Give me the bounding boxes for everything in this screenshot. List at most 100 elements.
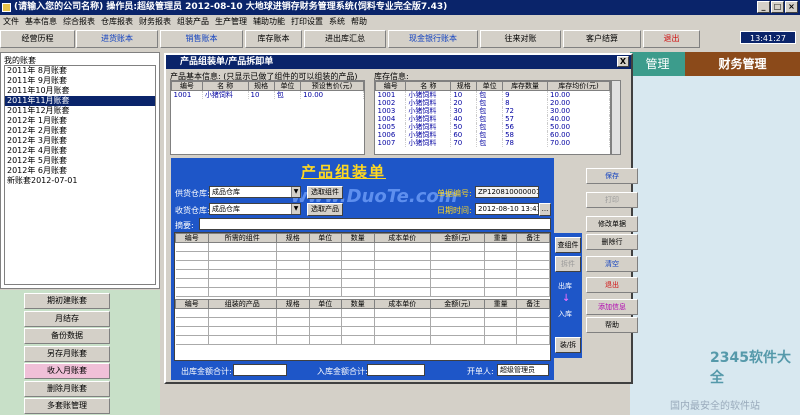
table-row[interactable]: 1003 小猪饲料 30 包 72 30.00 [375, 107, 610, 115]
account-period-item[interactable]: 2011年 8月账套 [5, 66, 155, 76]
table-cell: 20.00 [547, 99, 610, 107]
side-button[interactable]: 删除行 [586, 234, 638, 250]
table-row[interactable]: 1007 小猪饲料 70 包 78 70.00 [375, 139, 610, 147]
account-period-item[interactable]: 2012年 5月账套 [5, 156, 155, 166]
table-row[interactable]: 1001 小猪饲料 10 包 9 10.00 [375, 90, 610, 99]
table-row[interactable]: 1006 小猪饲料 60 包 58 60.00 [375, 131, 610, 139]
components-grid[interactable]: 编号 所需的组件 规格 单位 数量 成本单价 金额(元) 重量 备注 编号 组装的产品 规格 单位 数量… [174, 232, 551, 361]
account-action-button[interactable]: 月结存 [24, 310, 110, 327]
side-button[interactable]: 帮助 [586, 317, 638, 333]
side-button[interactable]: 添加信息 [586, 299, 638, 315]
stock-table[interactable]: 编号名 称规格 单位 库存数量 库存均价(元) 1001 小猪饲料 10 包 9 10.00 100… [374, 80, 611, 155]
nav-button[interactable]: 退出 [643, 30, 700, 48]
table-row[interactable] [175, 317, 550, 327]
menu-item[interactable]: 打印设置 [288, 17, 326, 26]
account-action-button[interactable]: 另存月账套 [24, 345, 110, 362]
table-header: 编号 [175, 233, 209, 243]
account-period-item[interactable]: 2012年 1月账套 [5, 116, 155, 126]
memo-input[interactable] [199, 218, 551, 230]
table-cell [374, 278, 432, 288]
table-header: 备注 [516, 233, 550, 243]
table-row[interactable] [175, 242, 550, 252]
nav-button[interactable]: 经营历程 [0, 30, 75, 48]
table-cell [374, 269, 432, 279]
table-row[interactable] [175, 308, 550, 318]
menu-item[interactable]: 生产管理 [212, 17, 250, 26]
nav-button[interactable]: 进货账本 [76, 30, 158, 48]
table-cell [516, 287, 550, 297]
account-period-item[interactable]: 2011年11月账套 [5, 96, 155, 106]
toggle-assembly-button[interactable]: 装/拆 [555, 337, 581, 353]
table-row[interactable] [175, 335, 550, 345]
table-row[interactable] [175, 278, 550, 288]
account-period-item[interactable]: 新账套2012-07-01 [5, 176, 155, 186]
table-header: 金额(元) [430, 299, 485, 309]
menu-item[interactable]: 文件 [0, 17, 22, 26]
nav-button[interactable]: 客户结算 [563, 30, 641, 48]
side-button[interactable]: 修改单据 [586, 216, 638, 232]
table-header: 规格 [275, 299, 310, 309]
side-button[interactable]: 退出 [586, 277, 638, 293]
account-action-button[interactable]: 收入月账套 [24, 363, 110, 379]
side-button[interactable]: 保存 [586, 168, 638, 184]
nav-button[interactable]: 进出库汇总 [304, 30, 386, 48]
account-action-button[interactable]: 期初建账套 [24, 293, 110, 309]
menu-item[interactable]: 仓库报表 [98, 17, 136, 26]
nav-button[interactable]: 现金银行账本 [388, 30, 478, 48]
menu-item[interactable]: 财务报表 [136, 17, 174, 26]
table-cell: 60.00 [547, 131, 610, 139]
account-period-item[interactable]: 2012年 6月账套 [5, 166, 155, 176]
table-row[interactable]: 1004 小猪饲料 40 包 57 40.00 [375, 115, 610, 123]
menu-item[interactable]: 帮助 [348, 17, 370, 26]
select-products-button[interactable]: 选取产品 [307, 203, 343, 216]
account-period-item[interactable]: 2012年 4月账套 [5, 146, 155, 156]
table-header: 编号 [175, 299, 209, 309]
menu-item[interactable]: 系统 [326, 17, 348, 26]
table-row[interactable] [175, 326, 550, 336]
table-cell [516, 317, 550, 327]
stock-scrollbar[interactable] [611, 80, 621, 155]
account-period-item[interactable]: 2011年 9月账套 [5, 76, 155, 86]
table-row[interactable]: 1005 小猪饲料 50 包 56 50.00 [375, 123, 610, 131]
account-action-button[interactable]: 备份数据 [24, 328, 110, 344]
dialog-close-button[interactable]: X [617, 56, 629, 67]
account-period-item[interactable]: 2011年12月账套 [5, 106, 155, 116]
table-cell [374, 308, 432, 318]
ship-warehouse-value: 成品仓库 [212, 188, 240, 196]
account-action-button[interactable]: 多套账管理 [24, 398, 110, 414]
table-row[interactable] [175, 260, 550, 270]
nav-button[interactable]: 库存账本 [245, 30, 302, 48]
account-action-button[interactable]: 删除月账套 [24, 380, 110, 397]
table-row[interactable]: 1001 小猪饲料 10 包 10.00 [171, 90, 364, 99]
close-button[interactable]: × [785, 1, 798, 13]
table-row[interactable]: 1002 小猪饲料 20 包 8 20.00 [375, 99, 610, 107]
account-period-item[interactable]: 2012年 3月账套 [5, 136, 155, 146]
side-button[interactable]: 打印 [586, 192, 638, 208]
date-picker-button[interactable]: ... [539, 203, 551, 216]
ship-warehouse-select[interactable]: 成品仓库 ▼ [209, 186, 301, 198]
minimize-button[interactable]: _ [757, 1, 770, 13]
table-row[interactable] [175, 269, 550, 279]
menu-item[interactable]: 辅助功能 [250, 17, 288, 26]
product-table[interactable]: 编号名 称规格 单位 预设售价(元) 1001 小猪饲料 10 包 10.00 [170, 80, 365, 155]
maximize-button[interactable]: □ [771, 1, 784, 13]
finance-tab[interactable]: 财务管理 [685, 52, 800, 76]
table-row[interactable] [175, 287, 550, 297]
side-button[interactable]: 清空 [586, 256, 638, 272]
split-button[interactable]: 拆件 [555, 256, 581, 272]
menu-item[interactable]: 综合报表 [60, 17, 98, 26]
nav-button[interactable]: 往来对账 [480, 30, 561, 48]
manage-tab[interactable]: 管理 [630, 52, 685, 76]
menu-item[interactable]: 组装产品 [174, 17, 212, 26]
nav-button[interactable]: 销售账本 [160, 30, 243, 48]
table-row[interactable] [175, 251, 550, 261]
account-period-item[interactable]: 2012年 2月账套 [5, 126, 155, 136]
account-period-item[interactable]: 2011年10月账套 [5, 86, 155, 96]
recv-warehouse-select[interactable]: 成品仓库 ▼ [209, 203, 301, 215]
menu-item[interactable]: 基本信息 [22, 17, 60, 26]
account-list[interactable]: 2011年 8月账套 2011年 9月账套 2011年10月账套 2011年11月账套… [4, 65, 156, 285]
select-components-button[interactable]: 选取组件 [307, 186, 343, 199]
view-components-button[interactable]: 查组件 [555, 237, 581, 253]
table-cell: 小猪饲料 [202, 90, 249, 99]
date-field[interactable]: 2012-08-10 13:41:26 [475, 203, 539, 215]
